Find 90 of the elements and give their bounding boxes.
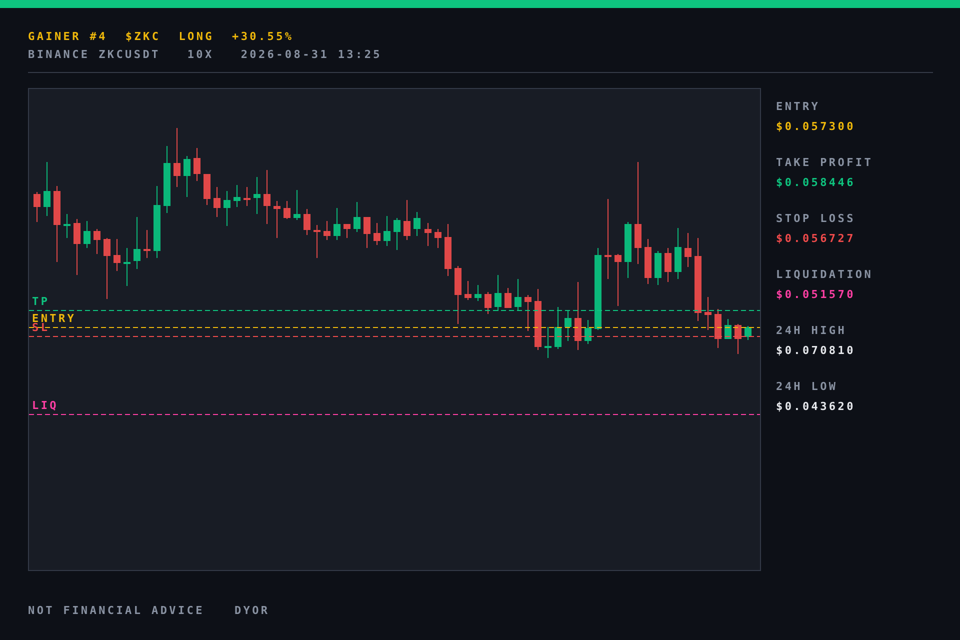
candlestick xyxy=(564,310,572,342)
candlestick xyxy=(384,216,390,246)
candlestick xyxy=(674,228,682,280)
candlestick xyxy=(104,238,110,300)
candlestick xyxy=(224,190,230,226)
candlestick xyxy=(444,224,452,276)
title-text: $ZKC xyxy=(125,30,161,44)
candlestick xyxy=(34,192,40,222)
title-text: LONG xyxy=(178,30,214,44)
candlestick xyxy=(434,228,442,248)
candlestick xyxy=(534,288,542,350)
candlestick xyxy=(44,162,50,216)
candlestick xyxy=(304,208,310,236)
candlestick xyxy=(544,326,552,358)
stat-label: ENTRY xyxy=(776,100,820,114)
candlestick xyxy=(344,224,350,238)
candlestick xyxy=(134,216,140,270)
candlestick xyxy=(424,222,432,246)
candlestick xyxy=(354,202,360,232)
candlestick xyxy=(514,278,522,310)
candlestick xyxy=(184,156,190,198)
level-label: SL xyxy=(32,322,50,334)
candlestick xyxy=(374,222,380,246)
candlestick xyxy=(94,228,100,254)
candlestick xyxy=(414,212,420,236)
candlestick xyxy=(274,200,280,238)
candlestick xyxy=(234,184,240,208)
candlestick xyxy=(724,318,732,340)
candlestick xyxy=(504,288,512,308)
candlestick xyxy=(334,208,340,240)
stat-label: STOP LOSS xyxy=(776,212,856,226)
title-text: +30.55% xyxy=(232,30,294,44)
stat-value: $0.056727 xyxy=(776,232,856,246)
candlestick xyxy=(254,176,260,214)
subtitle-text: 2026-08-31 13:25 xyxy=(240,48,382,62)
candlestick xyxy=(644,238,652,284)
candlestick xyxy=(324,220,330,240)
level-label: TP xyxy=(32,296,50,308)
candlestick xyxy=(554,306,562,350)
candlestick xyxy=(394,218,400,250)
candlestick xyxy=(144,230,150,258)
candlestick xyxy=(364,216,370,248)
title-text: GAINER #4 xyxy=(28,30,108,44)
subtitle-text: 10X xyxy=(187,48,214,62)
candlestick xyxy=(74,218,80,276)
subtitle-text: BINANCE ZKCUSDT xyxy=(28,48,160,62)
candlestick xyxy=(174,128,180,188)
candlestick xyxy=(664,248,672,282)
candlestick xyxy=(574,282,582,350)
candlestick xyxy=(204,174,210,206)
candlestick xyxy=(124,248,130,286)
candlestick xyxy=(464,280,472,300)
candlestick xyxy=(614,254,622,306)
candlestick xyxy=(294,190,300,220)
candlestick xyxy=(64,214,70,238)
candlestick xyxy=(484,292,492,314)
candlestick xyxy=(624,222,632,278)
candlestick xyxy=(584,320,592,344)
stat-label: LIQUIDATION xyxy=(776,268,874,282)
candlestick xyxy=(714,308,722,348)
level-label: LIQ xyxy=(32,400,58,412)
stat-label: TAKE PROFIT xyxy=(776,156,874,170)
candlestick xyxy=(684,232,692,268)
stat-value: $0.070810 xyxy=(776,344,856,358)
stat-value: $0.051570 xyxy=(776,288,856,302)
candlestick xyxy=(654,250,662,286)
footer-text: DYOR xyxy=(234,604,270,618)
candlestick xyxy=(704,296,712,330)
stat-value: $0.058446 xyxy=(776,176,856,190)
candlestick xyxy=(194,148,200,182)
candlestick xyxy=(524,294,532,332)
stat-label: 24H HIGH xyxy=(776,324,847,338)
candlestick xyxy=(474,284,482,302)
candlestick xyxy=(284,200,290,220)
candlestick xyxy=(264,170,270,224)
candlestick xyxy=(84,220,90,248)
stat-value: $0.057300 xyxy=(776,120,856,134)
candlestick xyxy=(314,224,320,258)
stat-value: $0.043620 xyxy=(776,400,856,414)
candlestick xyxy=(214,186,220,218)
candlestick xyxy=(734,324,742,354)
footer-text: NOT FINANCIAL ADVICE xyxy=(28,604,204,618)
candlestick xyxy=(114,238,120,272)
candlestick xyxy=(164,146,170,214)
candlestick xyxy=(404,200,410,240)
candlestick xyxy=(494,274,502,312)
stat-label: 24H LOW xyxy=(776,380,838,394)
candlestick xyxy=(454,266,462,324)
candlestick xyxy=(244,186,250,206)
candlestick xyxy=(744,326,752,340)
